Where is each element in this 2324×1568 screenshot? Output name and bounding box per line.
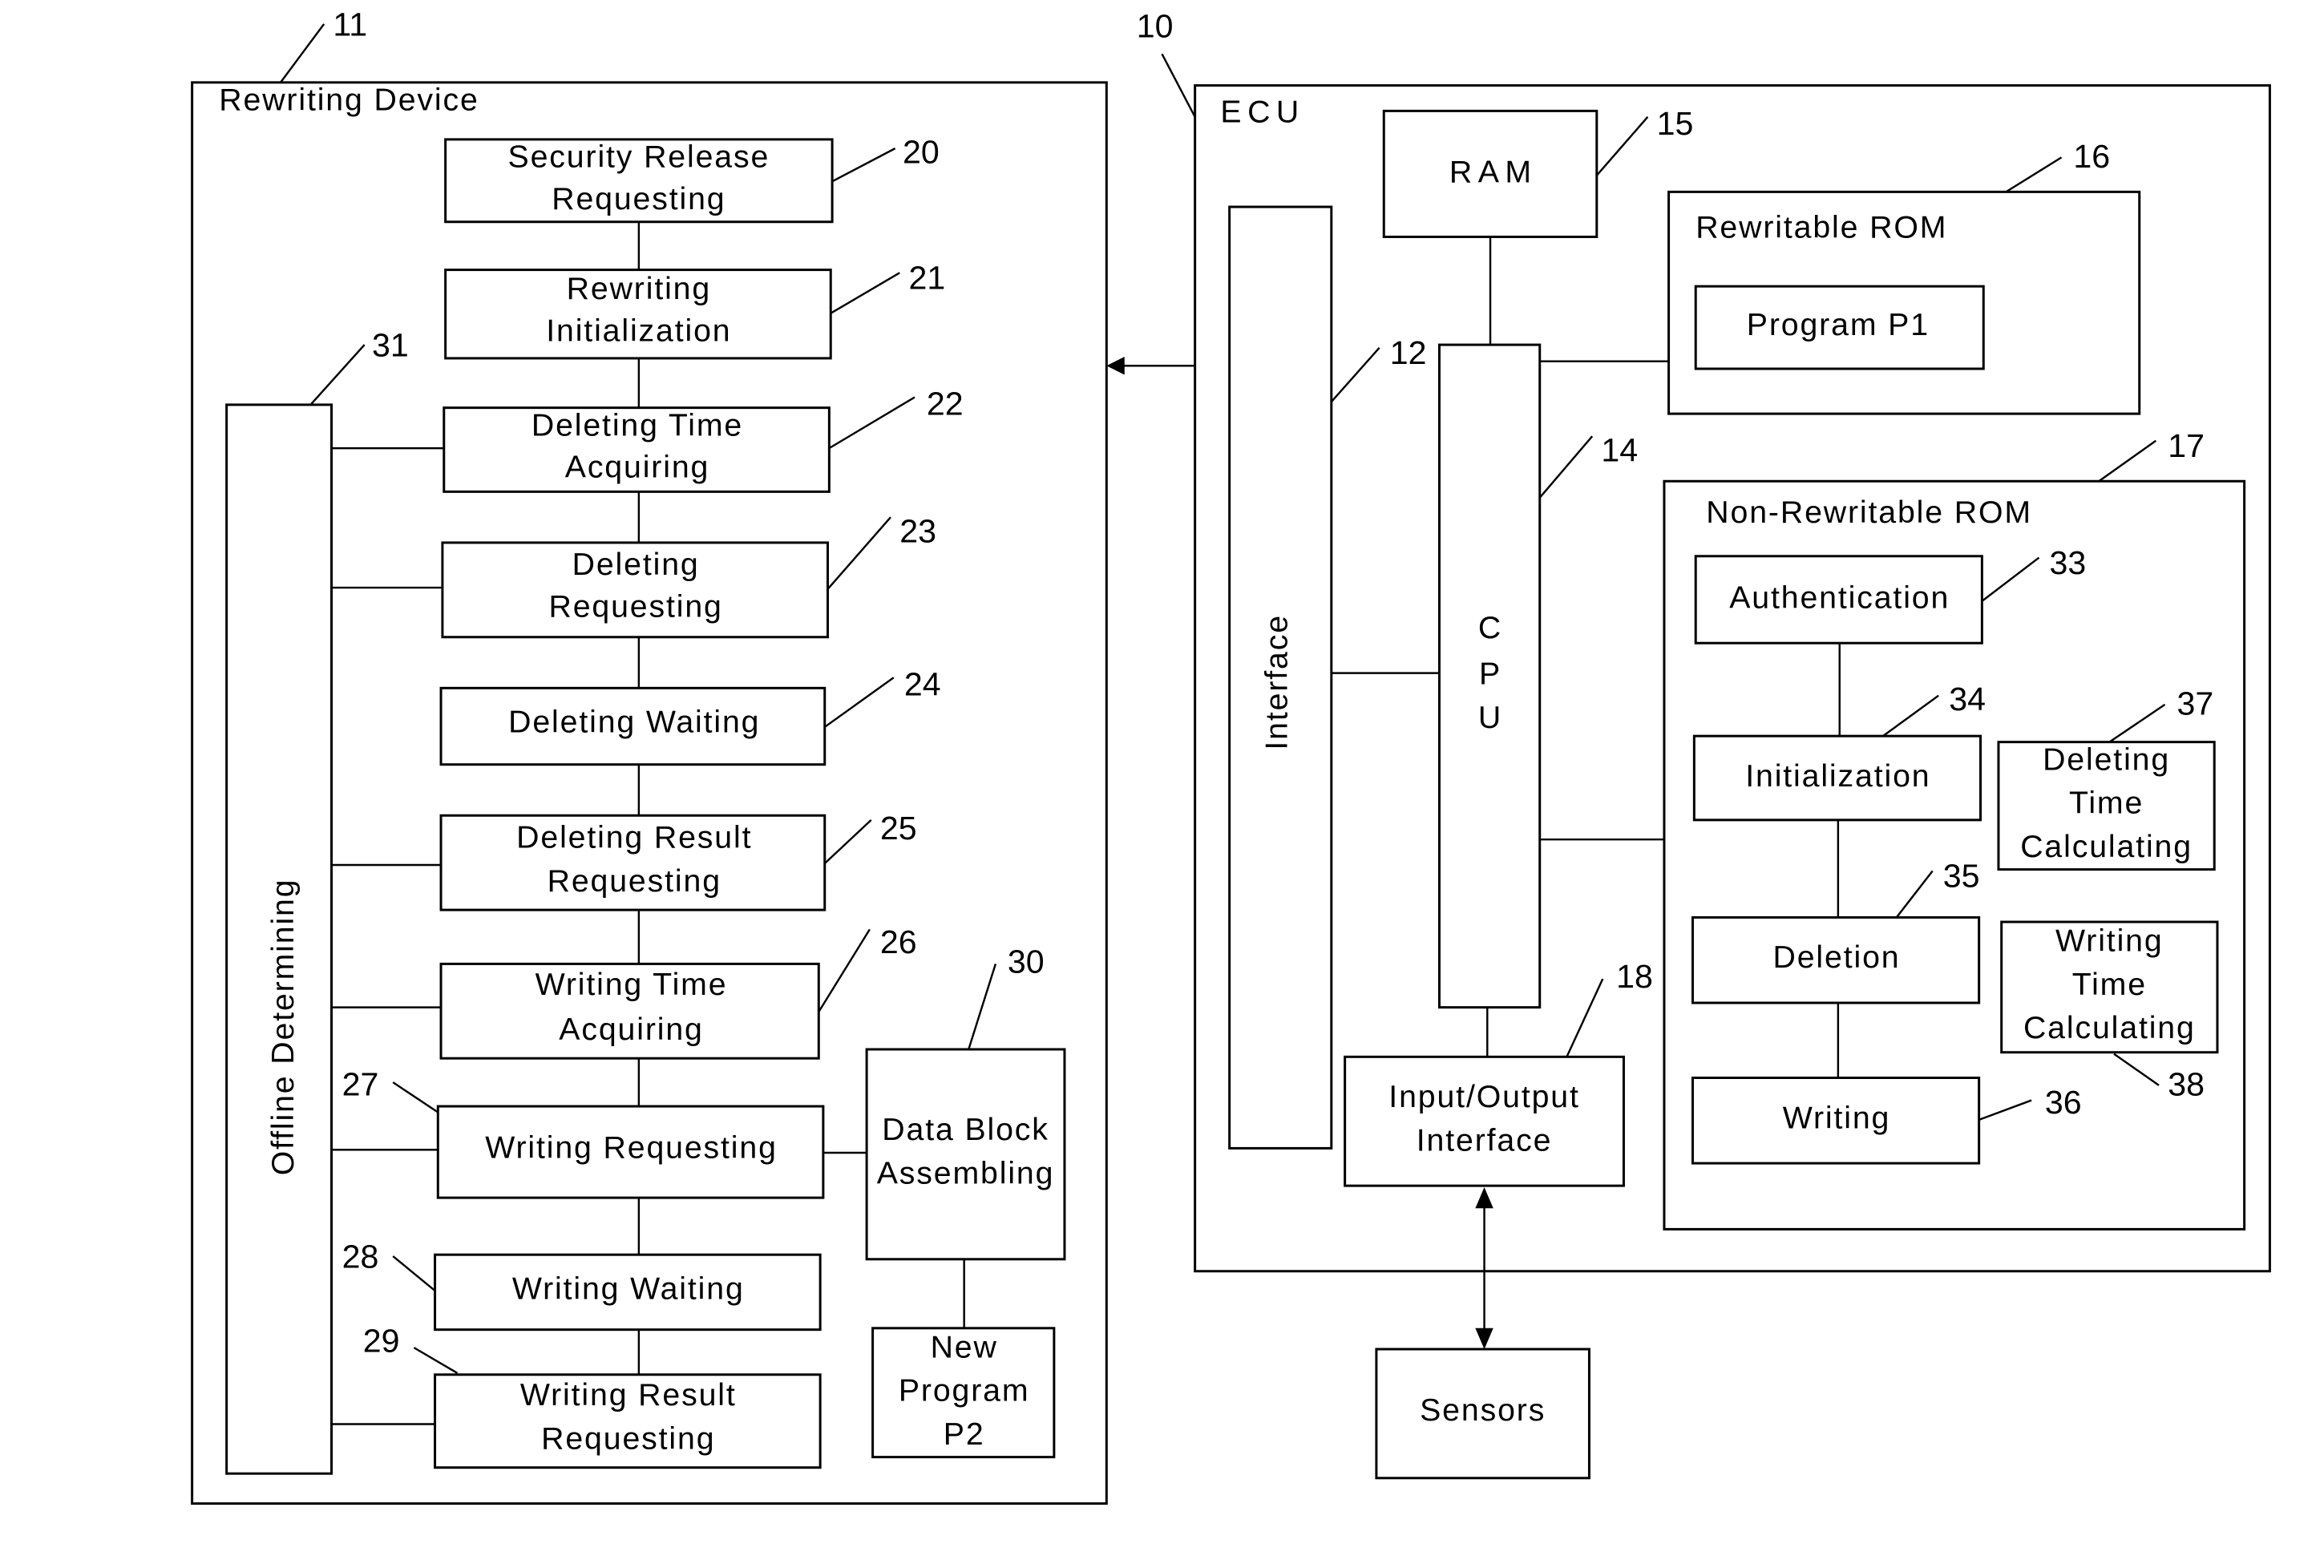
svg-text:Deletion: Deletion	[1773, 940, 1901, 975]
svg-text:30: 30	[1008, 943, 1045, 980]
svg-text:Time: Time	[2072, 967, 2147, 1002]
svg-text:Time: Time	[2069, 786, 2144, 821]
svg-text:Acquiring: Acquiring	[565, 450, 709, 485]
svg-text:New: New	[931, 1329, 998, 1364]
svg-text:Rewritable ROM: Rewritable ROM	[1696, 209, 1947, 244]
svg-text:Writing Result: Writing Result	[520, 1377, 737, 1412]
svg-text:Deleting Result: Deleting Result	[516, 820, 752, 855]
svg-text:Input/Output: Input/Output	[1388, 1079, 1579, 1114]
interface-label: Interface	[1259, 614, 1295, 750]
svg-text:Rewriting: Rewriting	[567, 271, 711, 306]
svg-text:Deleting Time: Deleting Time	[531, 407, 743, 443]
svg-text:36: 36	[2045, 1084, 2082, 1121]
svg-text:17: 17	[2168, 427, 2205, 464]
svg-text:Assembling: Assembling	[877, 1155, 1055, 1190]
svg-text:Requesting: Requesting	[552, 181, 725, 216]
svg-text:37: 37	[2176, 685, 2213, 722]
ref-11: 11	[333, 6, 367, 43]
svg-text:Security Release: Security Release	[508, 139, 770, 175]
svg-text:Authentication: Authentication	[1729, 580, 1950, 615]
svg-text:Writing Requesting: Writing Requesting	[485, 1130, 778, 1166]
ref-31: 31	[372, 327, 409, 364]
cpu-label-char: U	[1478, 700, 1502, 735]
svg-text:Deleting: Deleting	[572, 547, 700, 582]
svg-text:Writing: Writing	[2055, 923, 2164, 959]
svg-text:28: 28	[342, 1239, 379, 1275]
svg-text:35: 35	[1943, 858, 1980, 895]
svg-text:Deleting Waiting: Deleting Waiting	[508, 705, 760, 740]
svg-text:15: 15	[1657, 105, 1694, 142]
svg-text:Calculating: Calculating	[2023, 1010, 2196, 1045]
svg-text:Acquiring: Acquiring	[559, 1012, 703, 1047]
non-rewritable-rom: Non-Rewritable ROM 17 Authentication 33 …	[1663, 427, 2246, 1231]
svg-text:Interface: Interface	[1417, 1122, 1553, 1158]
ecu: ECU 10 Interface 12 RAM 15 C P U 14 Rewr…	[1137, 7, 2271, 1273]
svg-text:22: 22	[927, 386, 964, 422]
svg-text:Writing: Writing	[1783, 1100, 1891, 1135]
svg-text:16: 16	[2073, 138, 2110, 175]
svg-text:26: 26	[880, 923, 917, 960]
svg-text:33: 33	[2050, 544, 2087, 581]
arrowhead-down-icon	[1475, 1328, 1493, 1349]
svg-text:Calculating: Calculating	[2020, 829, 2193, 864]
ecu-title: ECU	[1220, 94, 1304, 129]
svg-text:29: 29	[363, 1322, 400, 1359]
svg-text:25: 25	[880, 810, 917, 847]
svg-text:24: 24	[904, 665, 941, 702]
svg-text:Program: Program	[899, 1373, 1030, 1408]
svg-text:Requesting: Requesting	[548, 589, 722, 624]
svg-text:21: 21	[908, 260, 945, 297]
svg-text:Non-Rewritable ROM: Non-Rewritable ROM	[1706, 495, 2032, 530]
block-diagram: Rewriting Device 11 Offline Determining …	[191, 6, 2271, 1505]
svg-text:P2: P2	[944, 1416, 985, 1452]
svg-text:34: 34	[1949, 681, 1986, 717]
svg-text:Requesting: Requesting	[541, 1420, 715, 1456]
svg-text:Initialization: Initialization	[546, 313, 731, 349]
svg-text:Deleting: Deleting	[2043, 742, 2170, 777]
arrowhead-left-icon	[1106, 357, 1125, 375]
svg-text:23: 23	[899, 513, 936, 550]
svg-text:Writing Waiting: Writing Waiting	[512, 1271, 745, 1306]
svg-text:14: 14	[1601, 432, 1638, 469]
svg-text:38: 38	[2168, 1066, 2205, 1103]
block-new-program-p2: New Program P2	[871, 1327, 1056, 1459]
svg-text:20: 20	[903, 133, 940, 170]
rewriting-device-title: Rewriting Device	[219, 83, 479, 118]
svg-text:12: 12	[1390, 334, 1427, 371]
svg-text:Requesting: Requesting	[548, 863, 721, 899]
svg-text:Initialization: Initialization	[1745, 758, 1930, 794]
sensors-label: Sensors	[1420, 1392, 1546, 1428]
svg-text:27: 27	[342, 1066, 379, 1103]
svg-text:RAM: RAM	[1449, 154, 1538, 189]
svg-text:Program P1: Program P1	[1747, 307, 1930, 342]
ref-10: 10	[1137, 7, 1174, 44]
cpu-label-char: P	[1479, 657, 1502, 692]
svg-text:Data Block: Data Block	[882, 1112, 1049, 1147]
io-interface-block	[1344, 1055, 1625, 1187]
cpu-label-char: C	[1478, 610, 1502, 645]
offline-determining-label: Offline Determining	[265, 879, 301, 1176]
svg-text:Writing Time: Writing Time	[536, 967, 728, 1002]
rewriting-device: Rewriting Device 11 Offline Determining …	[191, 6, 1108, 1505]
svg-text:18: 18	[1616, 958, 1653, 995]
